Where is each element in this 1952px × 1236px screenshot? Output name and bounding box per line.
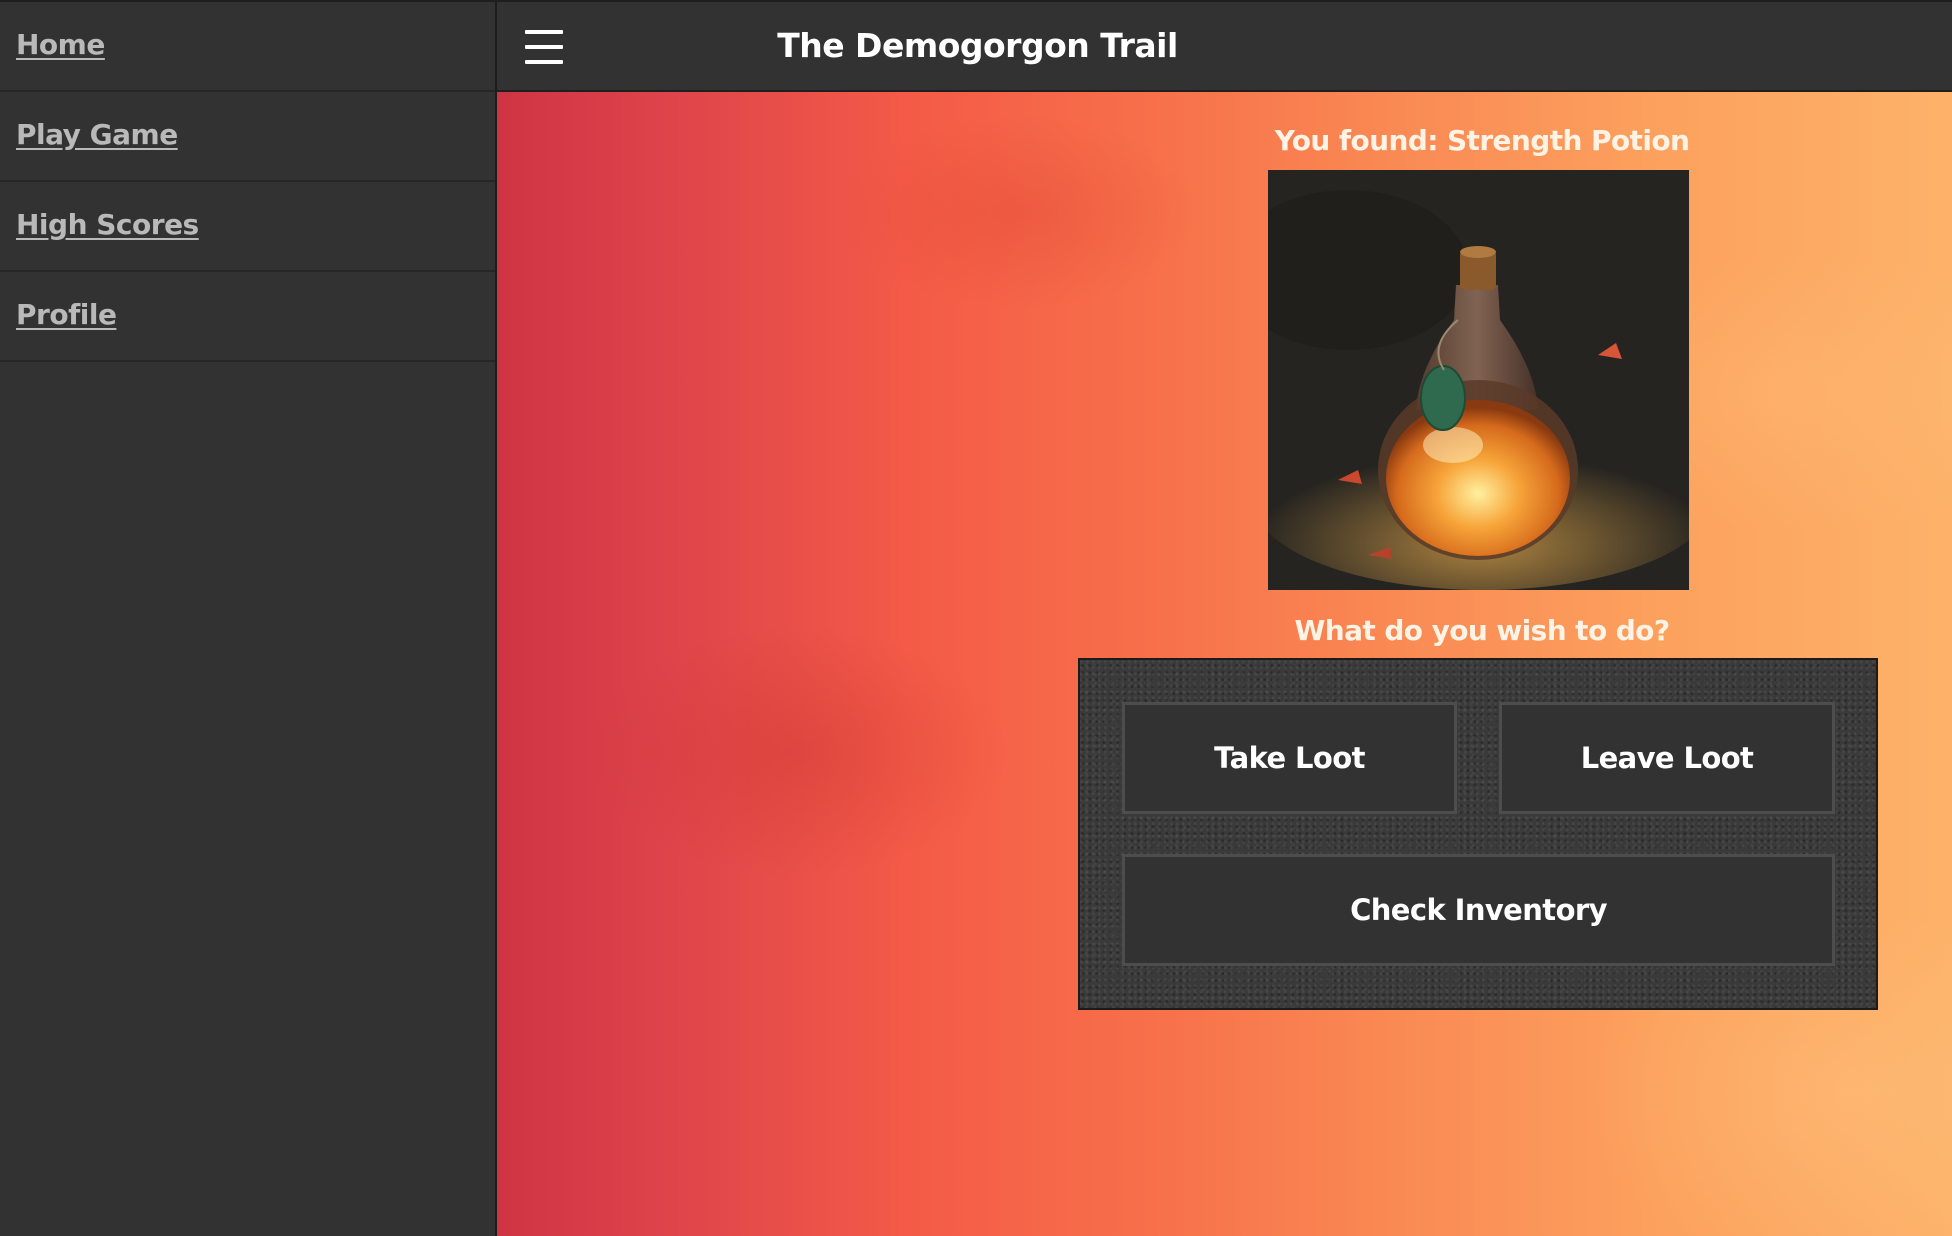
- sidebar-item-label[interactable]: Profile: [16, 298, 117, 331]
- action-prompt-text: What do you wish to do?: [1294, 614, 1671, 647]
- leave-loot-button[interactable]: Leave Loot: [1499, 702, 1835, 814]
- check-inventory-button[interactable]: Check Inventory: [1122, 854, 1835, 966]
- game-area: You found: Strength Potion What do you w…: [497, 92, 1952, 1236]
- action-panel: Take Loot Leave Loot Check Inventory: [1078, 658, 1878, 1010]
- sidebar-item-label[interactable]: High Scores: [16, 208, 199, 241]
- sidebar-item-high-scores[interactable]: High Scores: [0, 182, 495, 272]
- take-loot-button[interactable]: Take Loot: [1122, 702, 1457, 814]
- app-root: Home Play Game High Scores Profile The D…: [0, 0, 1952, 1236]
- sidebar-item-label[interactable]: Play Game: [16, 118, 178, 151]
- top-bar: The Demogorgon Trail: [497, 0, 1952, 92]
- sidebar-item-play-game[interactable]: Play Game: [0, 92, 495, 182]
- app-title: The Demogorgon Trail: [777, 26, 1178, 65]
- sidebar-item-profile[interactable]: Profile: [0, 272, 495, 362]
- loot-found-text: You found: Strength Potion: [1274, 124, 1690, 157]
- sidebar-nav: Home Play Game High Scores Profile: [0, 0, 497, 1236]
- potion-illustration: [1268, 170, 1689, 590]
- strength-potion-image: [1268, 170, 1689, 590]
